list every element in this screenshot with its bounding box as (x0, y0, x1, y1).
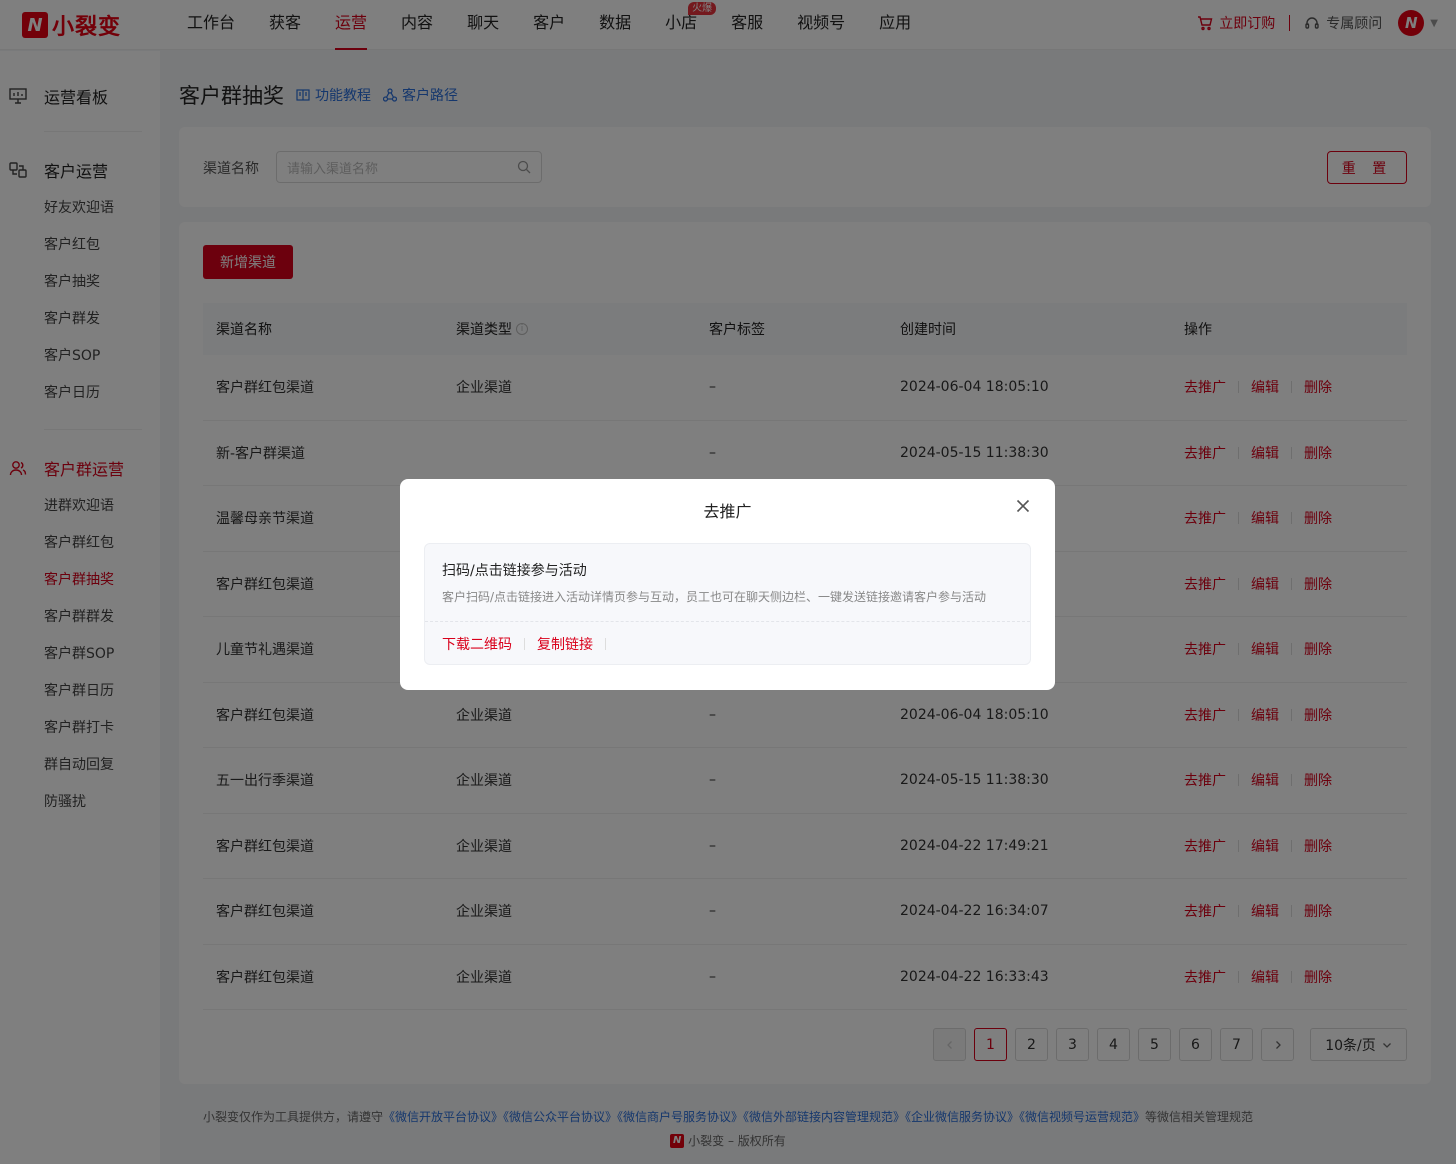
action-divider (605, 638, 606, 650)
promote-option-desc: 客户扫码/点击链接进入活动详情页参与互动，员工也可在聊天侧边栏、一键发送链接邀请… (442, 590, 987, 604)
close-icon (1016, 499, 1030, 513)
promote-option-title: 扫码/点击链接参与活动 (442, 563, 587, 579)
action-divider (524, 638, 525, 650)
modal-title: 去推广 (703, 502, 752, 521)
copy-link-link[interactable]: 复制链接 (537, 634, 593, 654)
promote-option-divider (425, 621, 1030, 622)
promote-actions: 下载二维码 复制链接 (442, 634, 618, 654)
close-button[interactable] (1013, 496, 1033, 516)
promote-option-card: 扫码/点击链接参与活动 客户扫码/点击链接进入活动详情页参与互动，员工也可在聊天… (424, 543, 1031, 665)
download-qrcode-link[interactable]: 下载二维码 (442, 634, 512, 654)
promote-modal: 去推广 扫码/点击链接参与活动 客户扫码/点击链接进入活动详情页参与互动，员工也… (400, 479, 1055, 690)
